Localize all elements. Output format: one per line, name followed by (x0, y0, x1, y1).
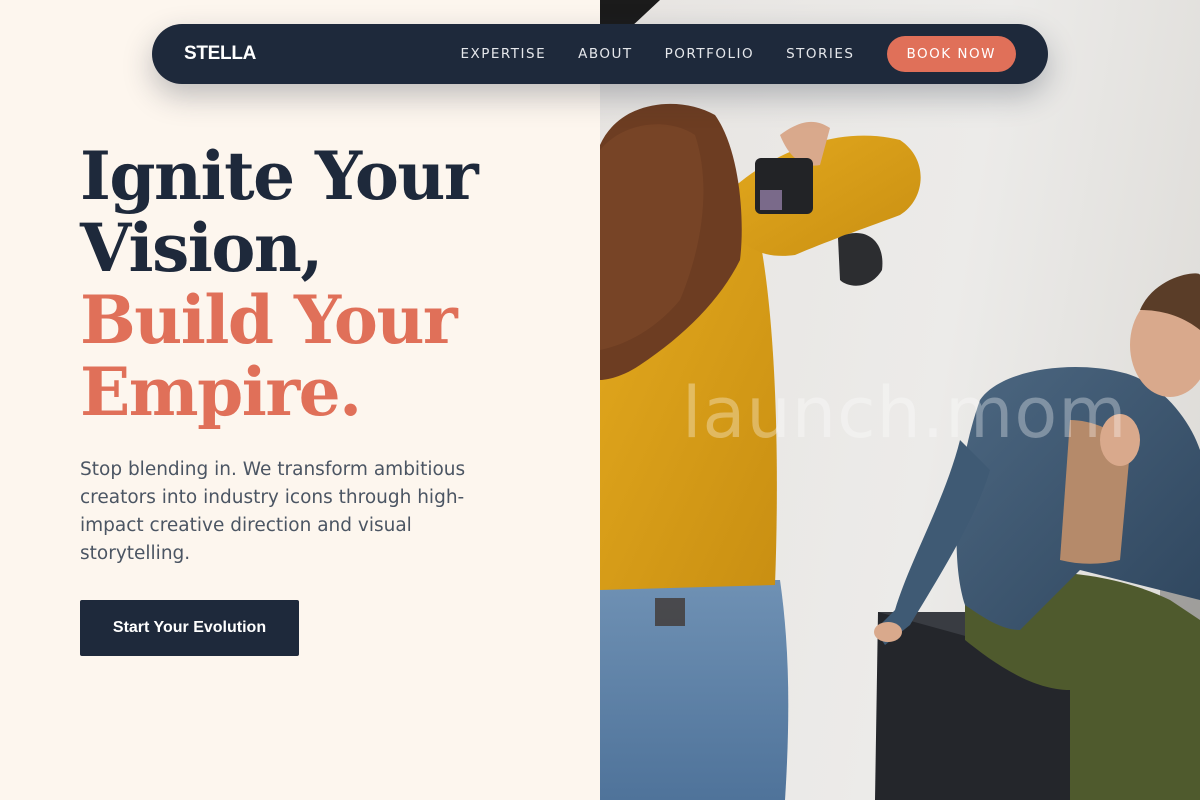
headline-line-1: Ignite Your (80, 137, 479, 215)
brand-logo[interactable]: STELLA (184, 43, 256, 65)
headline-line-4: Empire. (80, 353, 362, 431)
nav-link-stories[interactable]: STORIES (786, 46, 854, 62)
headline-line-3: Build Your (80, 281, 458, 359)
headline-line-2: Vision, (80, 209, 323, 287)
nav-links: EXPERTISE ABOUT PORTFOLIO STORIES BOOK N… (428, 36, 1016, 72)
hero-photo: launch.mom (600, 0, 1200, 800)
nav-link-portfolio[interactable]: PORTFOLIO (665, 46, 754, 62)
hero-subtext: Stop blending in. We transform ambitious… (80, 459, 466, 564)
nav-link-about[interactable]: ABOUT (578, 46, 633, 62)
watermark-text: launch.mom (682, 372, 1128, 454)
book-now-button[interactable]: BOOK NOW (886, 36, 1016, 72)
navbar: STELLA EXPERTISE ABOUT PORTFOLIO STORIES… (152, 24, 1048, 84)
nav-link-expertise[interactable]: EXPERTISE (460, 46, 546, 62)
start-evolution-button[interactable]: Start Your Evolution (80, 600, 299, 656)
hero-section: Ignite Your Vision, Build Your Empire. S… (0, 0, 600, 800)
hero-headline: Ignite Your Vision, Build Your Empire. (80, 140, 580, 428)
